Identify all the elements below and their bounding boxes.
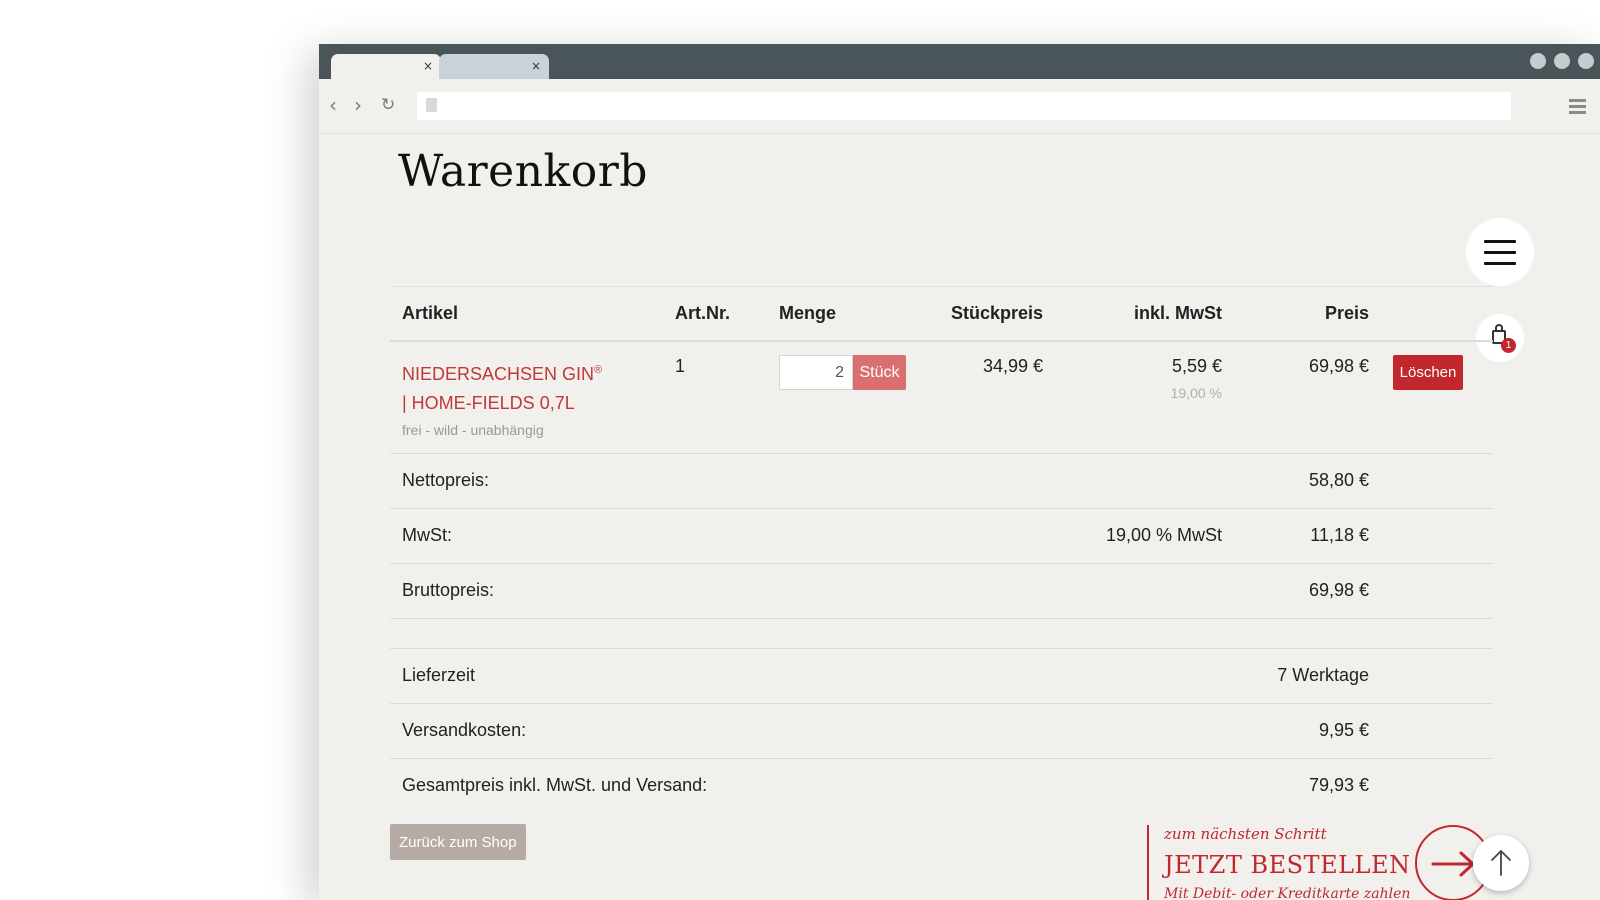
browser-tab-active[interactable]: × — [331, 54, 441, 79]
arrow-up-icon — [1491, 850, 1511, 876]
hamburger-icon[interactable] — [1466, 218, 1534, 286]
browser-tab-bar: × × — [319, 44, 1600, 79]
checkout-cta[interactable]: zum nächsten Schritt JETZT BESTELLEN Mit… — [1147, 825, 1414, 900]
item-cell: NIEDERSACHSEN GIN® | HOME-FIELDS 0,7l fre… — [390, 341, 663, 454]
summary-label: Bruttopreis: — [390, 563, 1234, 619]
col-menge: Menge — [767, 286, 932, 342]
product-name-line1[interactable]: NIEDERSACHSEN GIN — [402, 364, 594, 384]
browser-toolbar: ‹ › ↻ — [319, 79, 1600, 134]
col-mwst: inkl. MwSt — [1055, 286, 1234, 342]
col-actions — [1381, 286, 1493, 342]
quantity-unit: Stück — [853, 355, 906, 390]
item-price: 69,98 € — [1234, 341, 1381, 454]
summary-row-brutto: Bruttopreis: 69,98 € — [390, 563, 1493, 619]
cart-table: Artikel Art.Nr. Menge Stückpreis inkl. M… — [390, 286, 1493, 813]
summary-value: 69,98 € — [1234, 563, 1381, 619]
window-controls — [1522, 53, 1594, 74]
cart-count-badge: 1 — [1501, 338, 1516, 353]
summary-label: Gesamtpreis inkl. MwSt. und Versand: — [402, 775, 708, 795]
summary-label: Nettopreis: — [390, 453, 1234, 509]
item-tax-amount: 5,59 € — [1171, 356, 1222, 376]
summary-label: MwSt: — [390, 508, 1055, 564]
summary-value: 7 Werktage — [1234, 648, 1381, 704]
table-header-row: Artikel Art.Nr. Menge Stückpreis inkl. M… — [390, 286, 1493, 342]
back-to-shop-button[interactable]: Zurück zum Shop — [390, 824, 526, 860]
summary-row-mwst: MwSt: 19,00 % MwSt 11,18 € — [390, 508, 1493, 564]
page-title: Warenkorb — [398, 146, 648, 197]
item-actions: Löschen — [1381, 341, 1493, 454]
browser-window: × × ‹ › ↻ Warenkorb 1 Artikel Art.Nr. Me… — [319, 44, 1600, 900]
summary-row-lieferzeit: Lieferzeit 7 Werktage — [390, 648, 1493, 704]
item-quantity-cell: Stück — [767, 341, 932, 454]
item-tax-rate: 19,00 % — [1170, 385, 1222, 401]
summary-value: 11,18 € — [1234, 508, 1381, 564]
quantity-input[interactable] — [779, 355, 853, 390]
summary-value: 79,93 € — [1308, 775, 1369, 795]
summary-row-versand: Versandkosten: 9,95 € — [390, 703, 1493, 759]
maximize-button[interactable] — [1554, 53, 1570, 69]
item-artnr: 1 — [663, 341, 767, 454]
tab-close-icon[interactable]: × — [531, 58, 541, 74]
scroll-to-top-button[interactable] — [1473, 835, 1529, 891]
forward-icon[interactable]: › — [354, 94, 362, 116]
reload-icon[interactable]: ↻ — [381, 94, 395, 116]
cta-subtitle: Mit Debit- oder Kreditkarte zahlen — [1164, 886, 1411, 900]
close-window-button[interactable] — [1578, 53, 1594, 69]
spacer-row — [390, 618, 1493, 649]
page-icon — [426, 98, 437, 112]
order-now-link[interactable]: JETZT BESTELLEN — [1164, 851, 1414, 879]
col-preis: Preis — [1234, 286, 1381, 342]
summary-value: 58,80 € — [1234, 453, 1381, 509]
product-link[interactable]: NIEDERSACHSEN GIN® | HOME-FIELDS 0,7l — [402, 356, 651, 418]
summary-tax-rate: 19,00 % MwSt — [1055, 508, 1234, 564]
product-description: frei - wild - unabhängig — [402, 422, 544, 438]
item-tax-cell: 5,59 € 19,00 % — [1055, 341, 1234, 454]
registered-mark: ® — [594, 364, 603, 376]
minimize-button[interactable] — [1530, 53, 1546, 69]
product-name-line2[interactable]: | HOME-FIELDS 0,7l — [402, 393, 575, 413]
col-stueckpreis: Stückpreis — [932, 286, 1055, 342]
back-icon[interactable]: ‹ — [329, 94, 337, 116]
tab-close-icon[interactable]: × — [423, 58, 433, 74]
cta-hint: zum nächsten Schritt — [1164, 825, 1327, 843]
browser-tab-inactive[interactable]: × — [439, 54, 549, 79]
summary-label: Versandkosten: — [390, 703, 1234, 759]
col-artikel: Artikel — [390, 286, 663, 342]
col-artnr: Art.Nr. — [663, 286, 767, 342]
summary-row-netto: Nettopreis: 58,80 € — [390, 453, 1493, 509]
item-unit-price: 34,99 € — [932, 341, 1055, 454]
summary-label: Lieferzeit — [390, 648, 1234, 704]
summary-value: 9,95 € — [1234, 703, 1381, 759]
browser-menu-icon[interactable] — [1569, 99, 1586, 117]
page-content: Warenkorb 1 Artikel Art.Nr. Menge Stückp… — [319, 134, 1600, 900]
summary-row-gesamt: Gesamtpreis inkl. MwSt. und Versand: 79,… — [390, 758, 1493, 813]
delete-button[interactable]: Löschen — [1393, 355, 1463, 390]
table-row: NIEDERSACHSEN GIN® | HOME-FIELDS 0,7l fre… — [390, 341, 1493, 454]
address-bar[interactable] — [417, 92, 1511, 120]
